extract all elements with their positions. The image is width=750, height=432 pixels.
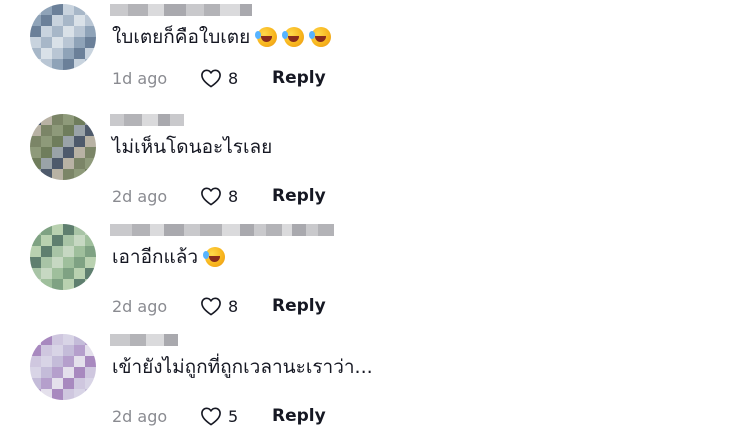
comment-text: เข้ายังไม่ถูกที่ถูกเวลานะเราว่า...: [112, 356, 373, 378]
timestamp: 2d ago: [112, 296, 168, 316]
like-count: 5: [228, 406, 239, 426]
comment-text-row: เข้ายังไม่ถูกที่ถูกเวลานะเราว่า...: [112, 352, 373, 382]
like-button[interactable]: 8: [200, 186, 272, 206]
comment-meta: 1d ago 8 Reply: [112, 68, 326, 88]
heart-outline-icon: [201, 69, 221, 88]
comment-meta: 2d ago 5 Reply: [112, 406, 326, 426]
like-count: 8: [228, 186, 239, 206]
like-count: 8: [228, 296, 239, 316]
comment-meta: 2d ago 8 Reply: [112, 186, 326, 206]
rolling-on-floor-laughing-emoji-icon: [255, 27, 278, 47]
like-count: 8: [228, 68, 239, 88]
like-button[interactable]: 8: [200, 296, 272, 316]
like-button[interactable]: 5: [200, 406, 272, 426]
comment-meta: 2d ago 8 Reply: [112, 296, 326, 316]
reply-button[interactable]: Reply: [272, 186, 326, 206]
reply-button[interactable]: Reply: [272, 296, 326, 316]
comment-text-row: ไม่เห็นโดนอะไรเลย: [112, 132, 272, 162]
username-blurred[interactable]: [110, 224, 334, 236]
rolling-on-floor-laughing-emoji-icon: [282, 27, 305, 47]
comment-text: เอาอีกแล้ว: [112, 246, 199, 268]
heart-outline-icon: [201, 297, 221, 316]
rolling-on-floor-laughing-emoji-icon: [203, 247, 226, 267]
rolling-on-floor-laughing-emoji-icon: [309, 27, 332, 47]
heart-outline-icon: [201, 187, 221, 206]
username-blurred[interactable]: [110, 4, 252, 16]
username-blurred[interactable]: [110, 114, 184, 126]
reply-button[interactable]: Reply: [272, 68, 326, 88]
comment-text-row: ใบเตยก็คือใบเตย: [112, 22, 332, 52]
heart-outline-icon: [201, 407, 221, 426]
like-button[interactable]: 8: [200, 68, 272, 88]
avatar[interactable]: [30, 334, 96, 400]
avatar[interactable]: [30, 4, 96, 70]
comment-text: ไม่เห็นโดนอะไรเลย: [112, 136, 273, 158]
username-blurred[interactable]: [110, 334, 178, 346]
avatar[interactable]: [30, 114, 96, 180]
comment-text: ใบเตยก็คือใบเตย: [112, 26, 251, 48]
timestamp: 2d ago: [112, 186, 168, 206]
reply-button[interactable]: Reply: [272, 406, 326, 426]
comment-text-row: เอาอีกแล้ว: [112, 242, 226, 272]
timestamp: 1d ago: [112, 68, 168, 88]
timestamp: 2d ago: [112, 406, 168, 426]
avatar[interactable]: [30, 224, 96, 290]
